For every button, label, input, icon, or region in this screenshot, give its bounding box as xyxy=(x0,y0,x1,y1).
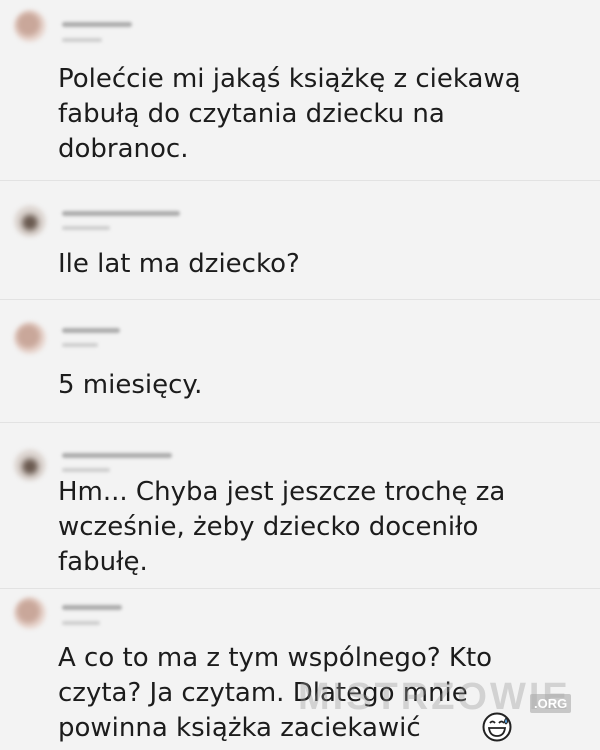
author-name-blurred[interactable] xyxy=(62,211,180,216)
author-name-blurred[interactable] xyxy=(62,328,120,333)
comment-meta-blurred xyxy=(62,38,102,42)
comment-text: 5 miesięcy. xyxy=(58,370,203,400)
avatar[interactable] xyxy=(14,449,46,481)
comment-meta-blurred xyxy=(62,343,98,347)
avatar[interactable] xyxy=(14,597,46,629)
grinning-sweat-emoji-icon xyxy=(482,712,512,742)
author-name-blurred[interactable] xyxy=(62,605,122,610)
author-name-blurred[interactable] xyxy=(62,453,172,458)
avatar[interactable] xyxy=(14,10,46,42)
comment-3: 5 miesięcy. xyxy=(0,300,600,423)
avatar[interactable] xyxy=(14,205,46,237)
comment-text: Ile lat ma dziecko? xyxy=(58,249,300,279)
comment-meta-blurred xyxy=(62,621,100,625)
comment-text: Polećcie mi jakąś książkę z ciekawą fabu… xyxy=(58,64,521,164)
comment-meta-blurred xyxy=(62,468,110,472)
avatar[interactable] xyxy=(14,322,46,354)
comment-4: Hm... Chyba jest jeszcze trochę za wcześ… xyxy=(0,423,600,589)
watermark-badge: .ORG xyxy=(530,694,572,713)
comment-2: Ile lat ma dziecko? xyxy=(0,181,600,300)
comment-meta-blurred xyxy=(62,226,110,230)
comment-text: Hm... Chyba jest jeszcze trochę za wcześ… xyxy=(58,477,506,577)
author-name-blurred[interactable] xyxy=(62,22,132,27)
comment-1: Polećcie mi jakąś książkę z ciekawą fabu… xyxy=(0,0,600,181)
